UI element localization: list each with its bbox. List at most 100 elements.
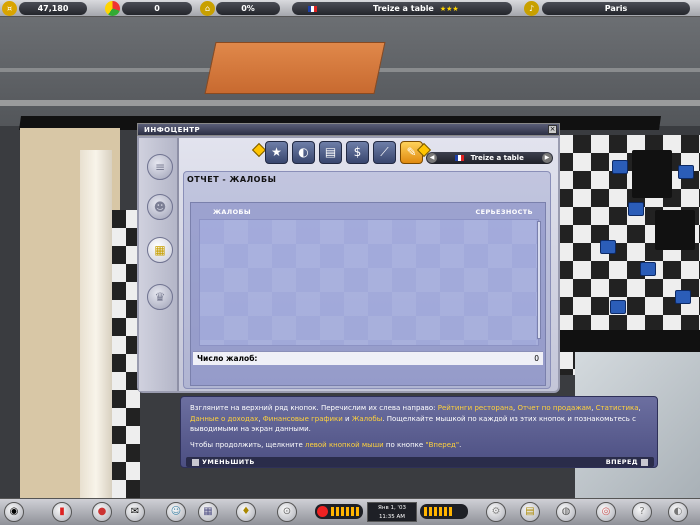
people-icon: ☻: [153, 200, 167, 214]
dining-table: [632, 150, 672, 198]
clock-date: Янв 1, '03: [378, 505, 406, 511]
side-btn-report[interactable]: ▦: [147, 237, 173, 263]
blue-chair: [600, 240, 616, 254]
tutorial-text: Взгляните на верхний ряд кнопок. Перечис…: [190, 403, 652, 450]
column-header-severity: СЕРЬЕЗНОСТЬ: [475, 208, 533, 216]
tab-sales-report[interactable]: ◐: [292, 141, 315, 164]
star-icon: ★: [271, 145, 282, 159]
coins-icon[interactable]: ¤: [2, 1, 17, 16]
tutorial-text-span: Чтобы продолжить, щелкните: [190, 440, 305, 449]
game-scene: ¤ 47,180 0 ⌂ 0% Treize a table ★★★ ♪ Pari…: [0, 0, 700, 525]
help-icon[interactable]: ?: [632, 502, 652, 522]
percent-display: 0%: [216, 2, 280, 15]
game-clock: Янв 1, '03 11:35 AM: [367, 502, 417, 522]
minimize-button[interactable]: УМЕНЬШИТЬ: [192, 458, 255, 466]
side-btn-people[interactable]: ☻: [147, 194, 173, 220]
building-wall-bottom: [540, 330, 700, 352]
globe-icon[interactable]: ◍: [556, 502, 576, 522]
france-flag-icon: [455, 155, 465, 161]
forward-button[interactable]: ВПЕРЕД: [606, 458, 648, 466]
complaints-report-panel: ОТЧЕТ - ЖАЛОБЫ ЖАЛОБЫ СЕРЬЕЗНОСТЬ Число …: [183, 171, 551, 389]
highlight-ratings: Рейтинги ресторана: [437, 404, 514, 412]
tutorial-paragraph-1: Взгляните на верхний ряд кнопок. Перечис…: [190, 403, 652, 435]
count-value: 0: [534, 354, 539, 363]
tab-statistics[interactable]: ⟋: [373, 141, 396, 164]
time-speed-control[interactable]: [420, 504, 468, 519]
tutorial-text-span: Взгляните на верхний ряд кнопок. Перечис…: [190, 404, 438, 412]
blue-chair: [612, 160, 628, 174]
bell-icon[interactable]: ♪: [524, 1, 539, 16]
scrollbar[interactable]: [537, 221, 541, 339]
food-icon[interactable]: ●: [92, 502, 112, 522]
dining-table: [655, 210, 695, 250]
bottom-toolbar: ◉ ▮ ● ✉ ☺ ▦ ♦ ⊙ Янв 1, '03 11:35 AM ⚙ ▤ ◍…: [0, 498, 700, 525]
sidewalk-curb: [0, 100, 700, 106]
construction-icon[interactable]: ▤: [520, 502, 540, 522]
tab-finance-charts[interactable]: $: [346, 141, 369, 164]
game-speed-control[interactable]: [315, 504, 363, 519]
city-display: Paris: [542, 2, 690, 15]
next-restaurant-button[interactable]: ▶: [542, 153, 552, 163]
forward-icon: [641, 458, 648, 466]
receipt-icon: ▤: [324, 145, 337, 159]
highlight-stats: Статистика: [595, 404, 639, 412]
speed-bars: [331, 507, 359, 516]
target-icon[interactable]: ◎: [596, 502, 616, 522]
camera-icon[interactable]: ⊙: [277, 502, 297, 522]
blue-chair: [610, 300, 626, 314]
close-button[interactable]: ×: [548, 125, 557, 134]
blue-chair: [640, 262, 656, 276]
highlight-forward: "Вперед": [425, 440, 460, 449]
blue-chair: [678, 165, 694, 179]
minimize-icon: [192, 458, 199, 466]
pie-icon: ◐: [298, 145, 309, 159]
report-title: ОТЧЕТ - ЖАЛОБЫ: [187, 175, 277, 184]
tab-income[interactable]: ▤: [319, 141, 342, 164]
blue-chair: [675, 290, 691, 304]
graph-icon: ⟋: [380, 145, 389, 159]
info-center-window: ИНФОЦЕНТР × ≡ ☻ ▦ ♛ ★ ◐ ▤ $ ⟋ ✎ ◀ Treize…: [137, 123, 560, 393]
highlight-left-mouse: левой кнопкой мыши: [304, 440, 384, 449]
minimize-label: УМЕНЬШИТЬ: [202, 458, 255, 466]
people-icon[interactable]: ☺: [166, 502, 186, 522]
prev-restaurant-button[interactable]: ◀: [427, 153, 437, 163]
conjunction: и: [342, 414, 352, 423]
top-hud: ¤ 47,180 0 ⌂ 0% Treize a table ★★★ ♪ Pari…: [0, 0, 700, 17]
forward-label: ВПЕРЕД: [605, 458, 638, 466]
restaurant-selector[interactable]: ◀ Treize a table ▶: [426, 152, 553, 164]
menu-icon[interactable]: ◉: [4, 502, 24, 522]
window-body: ≡ ☻ ▦ ♛ ★ ◐ ▤ $ ⟋ ✎ ◀ Treize a table ▶ О…: [137, 136, 560, 393]
highlight-sales: Отчет по продажам: [517, 404, 592, 412]
pie-chart-icon[interactable]: [105, 1, 120, 16]
side-btn-trophy[interactable]: ♛: [147, 284, 173, 310]
restaurant-selector-label: Treize a table: [470, 154, 524, 162]
pause-icon[interactable]: [317, 506, 328, 517]
dollar-icon: $: [353, 145, 362, 159]
highlight-complaints: Жалобы: [351, 414, 383, 423]
restaurant-name: Treize a table: [373, 4, 434, 13]
restaurant-name-display[interactable]: Treize a table ★★★: [292, 2, 512, 15]
arrow-left-icon: [251, 142, 267, 158]
blue-chair: [628, 202, 644, 216]
building-icon[interactable]: ⌂: [200, 1, 215, 16]
settings-icon[interactable]: ⚙: [486, 502, 506, 522]
report-icon: ▦: [154, 243, 166, 257]
notes-icon[interactable]: ✉: [125, 502, 145, 522]
report-tabs: ★ ◐ ▤ $ ⟋ ✎: [251, 138, 432, 168]
tutorial-text-span: по кнопке: [383, 440, 426, 449]
trophy-icon: ♛: [154, 290, 166, 304]
complaints-count-row: Число жалоб: 0: [193, 351, 543, 365]
separator: ,: [638, 404, 641, 412]
star-rating-icon: ★★★: [439, 5, 459, 13]
tutorial-text-span: .: [459, 440, 462, 449]
france-flag-icon: [308, 5, 317, 12]
options-icon[interactable]: ◐: [668, 502, 688, 522]
tab-ratings[interactable]: ★: [265, 141, 288, 164]
lamp-icon[interactable]: ♦: [236, 502, 256, 522]
chart-icon[interactable]: ▮: [52, 502, 72, 522]
speed-bars: [424, 507, 452, 516]
side-btn-list[interactable]: ≡: [147, 154, 173, 180]
table-icon[interactable]: ▦: [198, 502, 218, 522]
customers-display: 0: [122, 2, 192, 15]
clock-time: 11:35 AM: [378, 514, 406, 520]
